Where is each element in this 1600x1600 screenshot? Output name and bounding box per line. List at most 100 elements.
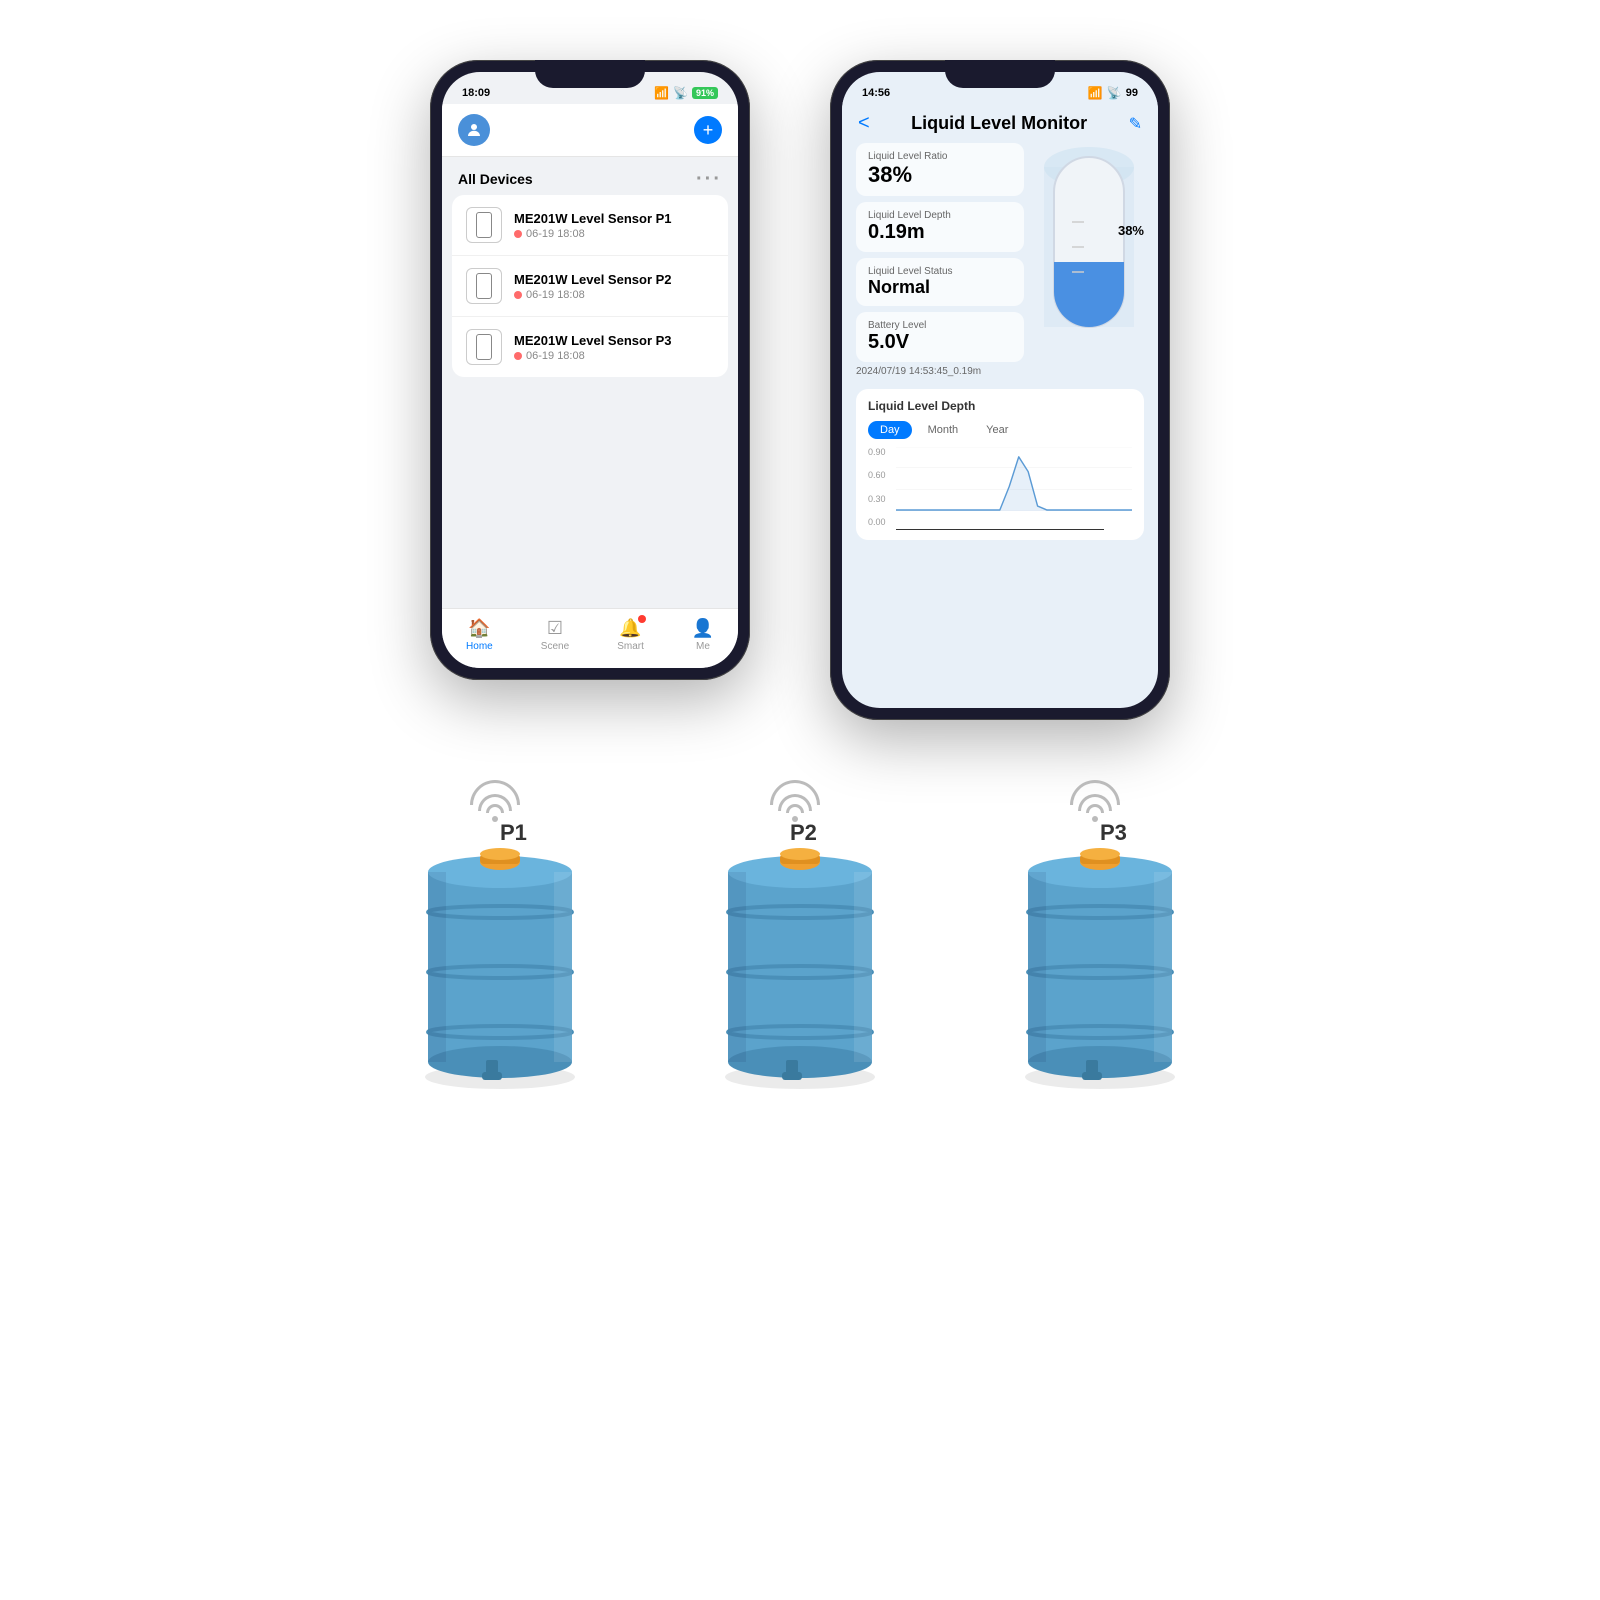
all-devices-header: All Devices ··· <box>442 157 738 195</box>
stat-ratio-value: 38% <box>868 162 1012 188</box>
phone2-signal-icon: 📶 <box>1088 86 1103 100</box>
nav-home[interactable]: 🏠 Home <box>466 617 493 652</box>
sensor-icon-p1 <box>476 212 492 238</box>
stat-depth: Liquid Level Depth 0.19m <box>856 202 1024 252</box>
y-label-030: 0.30 <box>868 494 886 504</box>
chart-y-labels: 0.90 0.60 0.30 0.00 <box>868 447 886 527</box>
barrel-p3: P3 <box>1000 780 1200 1097</box>
home-icon: 🏠 <box>468 617 490 639</box>
nav-scene-label: Scene <box>541 641 569 652</box>
phone2-wifi-icon: 📡 <box>1107 86 1122 100</box>
device-icon-p3 <box>466 329 502 365</box>
barrel-p3-label: P3 <box>1100 820 1127 846</box>
stat-status-value: Normal <box>868 277 1012 298</box>
nav-smart[interactable]: 🔔 Smart <box>617 617 644 652</box>
bottom-section: P1 <box>0 760 1600 1097</box>
nav-scene[interactable]: ☑ Scene <box>541 617 569 652</box>
tank-svg <box>1044 147 1134 347</box>
chart-section: Liquid Level Depth Day Month Year 0.90 0… <box>856 389 1144 540</box>
stat-battery: Battery Level 5.0V <box>856 312 1024 362</box>
more-options-icon[interactable]: ··· <box>696 169 722 189</box>
app-add-button[interactable]: + <box>694 116 722 144</box>
barrel-p3-svg-container <box>1000 832 1200 1097</box>
phone2-battery: 99 <box>1126 87 1138 99</box>
barrel-p1-svg-container <box>400 832 600 1097</box>
timestamp: 2024/07/19 14:53:45_0.19m <box>842 362 1158 381</box>
phone1-battery: 91% <box>692 87 718 99</box>
llm-body: Liquid Level Ratio 38% Liquid Level Dept… <box>842 143 1158 362</box>
barrel-p3-svg <box>1000 832 1200 1092</box>
device-time-p1: 06-19 18:08 <box>514 228 714 240</box>
nav-me[interactable]: 👤 Me <box>692 617 714 652</box>
device-item-p3[interactable]: ME201W Level Sensor P3 06-19 18:08 <box>452 317 728 377</box>
wifi-dot-p3 <box>1092 816 1098 822</box>
barrel-p1-label: P1 <box>500 820 527 846</box>
device-time-p2: 06-19 18:08 <box>514 289 714 301</box>
barrel-p2-svg-container <box>700 832 900 1097</box>
phone2-frame: 14:56 📶 📡 99 < Liquid Level Monitor ✎ Li… <box>830 60 1170 720</box>
nav-me-label: Me <box>696 641 710 652</box>
wifi-icon: 📡 <box>673 86 688 100</box>
device-icon-p1 <box>466 207 502 243</box>
smart-badge <box>638 615 646 623</box>
llm-edit-button[interactable]: ✎ <box>1129 114 1142 134</box>
stat-battery-label: Battery Level <box>868 320 1012 331</box>
device-info-p3: ME201W Level Sensor P3 06-19 18:08 <box>514 333 714 362</box>
me-icon: 👤 <box>692 617 714 639</box>
phone1-frame: 18:09 📶 📡 91% + All Devices ··· <box>430 60 750 680</box>
signal-icon: 📶 <box>654 86 669 100</box>
stat-depth-value: 0.19m <box>868 221 1012 244</box>
device-icon-p2 <box>466 268 502 304</box>
phone1-screen: 18:09 📶 📡 91% + All Devices ··· <box>442 72 738 668</box>
llm-stats: Liquid Level Ratio 38% Liquid Level Dept… <box>856 143 1024 362</box>
chart-tab-month[interactable]: Month <box>916 421 971 439</box>
wifi-dot-p1 <box>492 816 498 822</box>
y-label-000: 0.00 <box>868 517 886 527</box>
chart-area: 0.90 0.60 0.30 0.00 <box>868 447 1132 527</box>
phone2-time: 14:56 <box>862 87 890 99</box>
chart-tabs: Day Month Year <box>868 421 1132 439</box>
phone1-status-right: 📶 📡 91% <box>654 86 718 100</box>
chart-svg <box>896 447 1132 511</box>
sensor-icon-p3 <box>476 334 492 360</box>
barrel-p1-svg <box>400 832 600 1092</box>
scene-icon: ☑ <box>544 617 566 639</box>
device-info-p1: ME201W Level Sensor P1 06-19 18:08 <box>514 211 714 240</box>
all-devices-title: All Devices <box>458 171 533 187</box>
sensor-icon-p2 <box>476 273 492 299</box>
bottom-nav: 🏠 Home ☑ Scene 🔔 Smart 👤 Me <box>442 608 738 668</box>
y-label-090: 0.90 <box>868 447 886 457</box>
device-list: ME201W Level Sensor P1 06-19 18:08 ME201… <box>452 195 728 377</box>
tank-percent: 38% <box>1118 223 1144 238</box>
device-name-p2: ME201W Level Sensor P2 <box>514 272 714 287</box>
chart-title: Liquid Level Depth <box>868 399 1132 413</box>
device-info-p2: ME201W Level Sensor P2 06-19 18:08 <box>514 272 714 301</box>
stat-ratio-label: Liquid Level Ratio <box>868 151 1012 162</box>
location-dot-p1 <box>514 230 522 238</box>
stat-ratio: Liquid Level Ratio 38% <box>856 143 1024 196</box>
chart-x-axis <box>896 529 1104 530</box>
chart-tab-year[interactable]: Year <box>974 421 1020 439</box>
nav-smart-label: Smart <box>617 641 644 652</box>
tank-illustration: 38% <box>1034 143 1144 362</box>
device-item-p1[interactable]: ME201W Level Sensor P1 06-19 18:08 <box>452 195 728 256</box>
y-label-060: 0.60 <box>868 470 886 480</box>
device-name-p3: ME201W Level Sensor P3 <box>514 333 714 348</box>
phone1-time: 18:09 <box>462 87 490 99</box>
barrel-p1: P1 <box>400 780 600 1097</box>
phone1-app-header: + <box>442 104 738 157</box>
smart-icon: 🔔 <box>620 617 642 639</box>
llm-back-button[interactable]: < <box>858 112 870 135</box>
location-dot-p3 <box>514 352 522 360</box>
avatar[interactable] <box>458 114 490 146</box>
phone2-status-right: 📶 📡 99 <box>1088 86 1138 100</box>
device-item-p2[interactable]: ME201W Level Sensor P2 06-19 18:08 <box>452 256 728 317</box>
phone1-notch <box>535 60 645 88</box>
nav-home-label: Home <box>466 641 493 652</box>
location-dot-p2 <box>514 291 522 299</box>
barrel-p2: P2 <box>700 780 900 1097</box>
stat-depth-label: Liquid Level Depth <box>868 210 1012 221</box>
device-name-p1: ME201W Level Sensor P1 <box>514 211 714 226</box>
chart-tab-day[interactable]: Day <box>868 421 912 439</box>
stat-battery-value: 5.0V <box>868 331 1012 354</box>
